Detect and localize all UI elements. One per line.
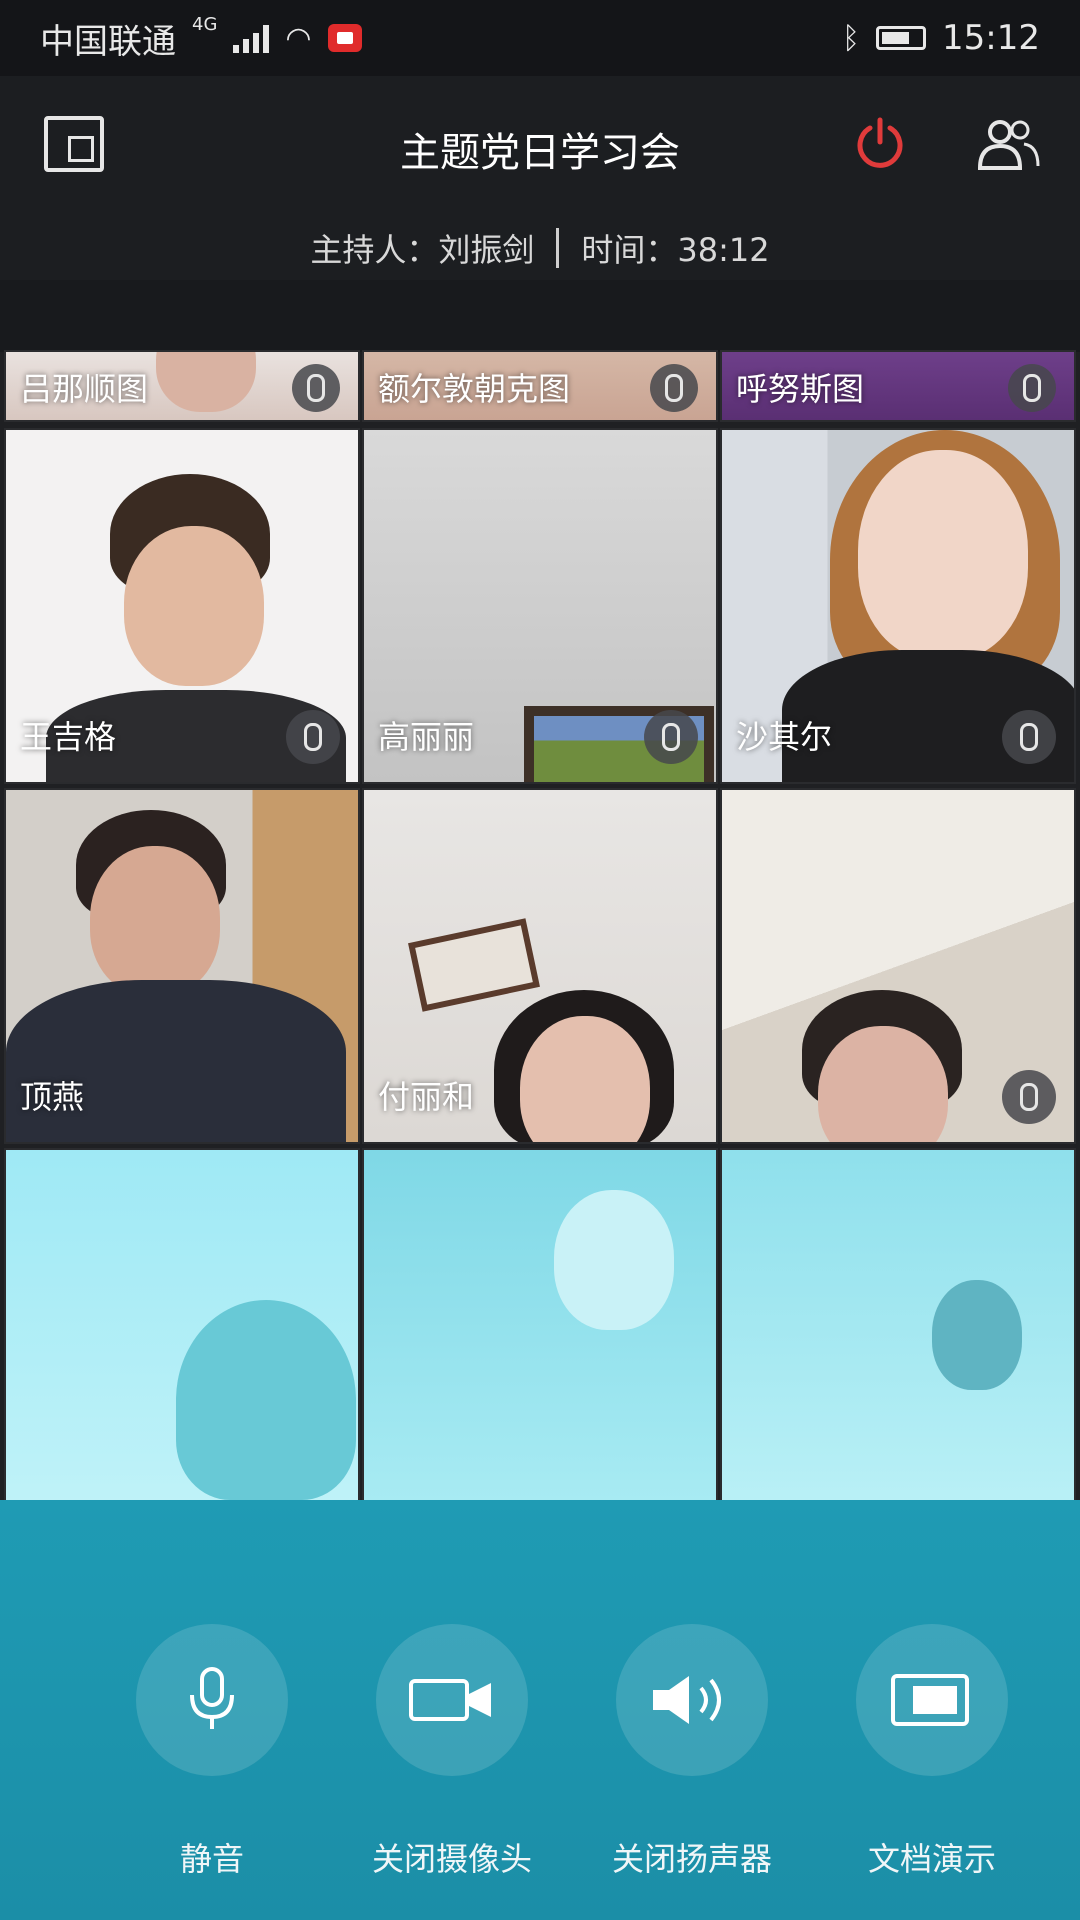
speaker-off-label: 关闭扬声器	[611, 1840, 772, 1878]
participant-name: 高丽丽	[378, 718, 475, 756]
microphone-icon	[190, 1667, 234, 1729]
video-tile[interactable]: 顶燕	[4, 788, 360, 1144]
clock: 15:12	[942, 18, 1040, 58]
video-tile[interactable]: 额尔敦朝克图	[362, 350, 718, 422]
document-share-label: 文档演示	[867, 1840, 996, 1878]
elapsed-time: 38:12	[677, 231, 770, 269]
document-share-button[interactable]: 文档演示	[814, 1624, 1050, 1880]
mic-muted-icon	[644, 710, 698, 764]
speaker-off-button[interactable]: 关闭扬声器	[574, 1624, 810, 1880]
participant-figure	[858, 450, 1028, 660]
mic-muted-icon	[1002, 1070, 1056, 1124]
recording-icon	[327, 24, 362, 52]
carrier-name: 中国联通	[40, 21, 176, 62]
video-camera-icon	[409, 1679, 491, 1721]
wall-frame	[408, 918, 540, 1012]
participant-figure	[176, 1300, 356, 1500]
mic-muted-icon	[286, 710, 340, 764]
control-panel: 静音 关闭摄像头 关闭扬声器 文档演示	[0, 1500, 1080, 1920]
speaker-circle[interactable]	[616, 1624, 768, 1776]
network-type: 4G	[192, 13, 218, 35]
time-info: 时间：38:12	[581, 225, 769, 271]
mic-muted-icon	[1002, 710, 1056, 764]
mic-muted-icon	[650, 364, 698, 412]
battery-icon	[876, 26, 927, 50]
bluetooth-icon: ᛒ	[842, 20, 861, 56]
info-divider	[556, 228, 560, 268]
video-tile[interactable]: 沙其尔	[720, 428, 1076, 784]
video-tile[interactable]: 高丽丽	[362, 428, 718, 784]
meeting-header: 主题党日学习会	[0, 76, 1080, 216]
time-label: 时间：	[581, 231, 678, 269]
participants-icon[interactable]	[976, 116, 1042, 172]
participant-figure	[6, 980, 346, 1142]
camera-circle[interactable]	[376, 1624, 528, 1776]
participant-figure	[520, 1016, 650, 1142]
speaker-icon	[653, 1676, 721, 1724]
video-tile[interactable]: 付丽和	[362, 788, 718, 1144]
participant-name: 额尔敦朝克图	[378, 370, 571, 408]
mic-muted-icon	[292, 364, 340, 412]
video-grid: 吕那顺图 额尔敦朝克图 呼努斯图 王吉格 高丽丽 沙其尔 顶燕 付丽和	[0, 350, 1080, 1504]
mute-button[interactable]: 静音	[94, 1624, 330, 1880]
participant-figure	[90, 846, 220, 996]
meeting-info: 主持人：刘振剑 时间：38:12	[0, 216, 1080, 280]
participant-figure	[818, 1026, 948, 1142]
video-tile[interactable]	[720, 1148, 1076, 1504]
host-info: 主持人：刘振剑	[310, 225, 534, 271]
video-tile[interactable]: 王吉格	[4, 428, 360, 784]
meeting-title: 主题党日学习会	[400, 130, 680, 176]
camera-off-label: 关闭摄像头	[371, 1840, 532, 1878]
host-name: 刘振剑	[438, 231, 535, 269]
video-tile[interactable]	[4, 1148, 360, 1504]
status-bar: 中国联通 4G ◠ ᛒ 15:12	[0, 0, 1080, 76]
document-icon	[891, 1674, 969, 1726]
power-icon[interactable]	[852, 116, 908, 172]
video-tile[interactable]	[720, 788, 1076, 1144]
mute-circle[interactable]	[136, 1624, 288, 1776]
video-tile[interactable]: 吕那顺图	[4, 350, 360, 422]
participant-name: 沙其尔	[736, 718, 833, 756]
participant-name: 呼努斯图	[736, 370, 865, 408]
participant-figure	[156, 352, 256, 412]
participant-figure	[554, 1190, 674, 1330]
participant-figure	[124, 526, 264, 686]
participant-name: 顶燕	[20, 1078, 85, 1116]
camera-off-button[interactable]: 关闭摄像头	[334, 1624, 570, 1880]
participant-figure	[932, 1280, 1022, 1390]
video-tile[interactable]: 呼努斯图	[720, 350, 1076, 422]
signal-icon	[233, 23, 270, 53]
mute-label: 静音	[179, 1840, 244, 1878]
participant-name: 王吉格	[20, 718, 117, 756]
participant-name: 吕那顺图	[20, 370, 149, 408]
video-tile[interactable]	[362, 1148, 718, 1504]
wifi-icon: ◠	[285, 20, 312, 56]
mic-muted-icon	[1008, 364, 1056, 412]
document-circle[interactable]	[856, 1624, 1008, 1776]
participant-name: 付丽和	[378, 1078, 475, 1116]
host-label: 主持人：	[310, 231, 439, 269]
